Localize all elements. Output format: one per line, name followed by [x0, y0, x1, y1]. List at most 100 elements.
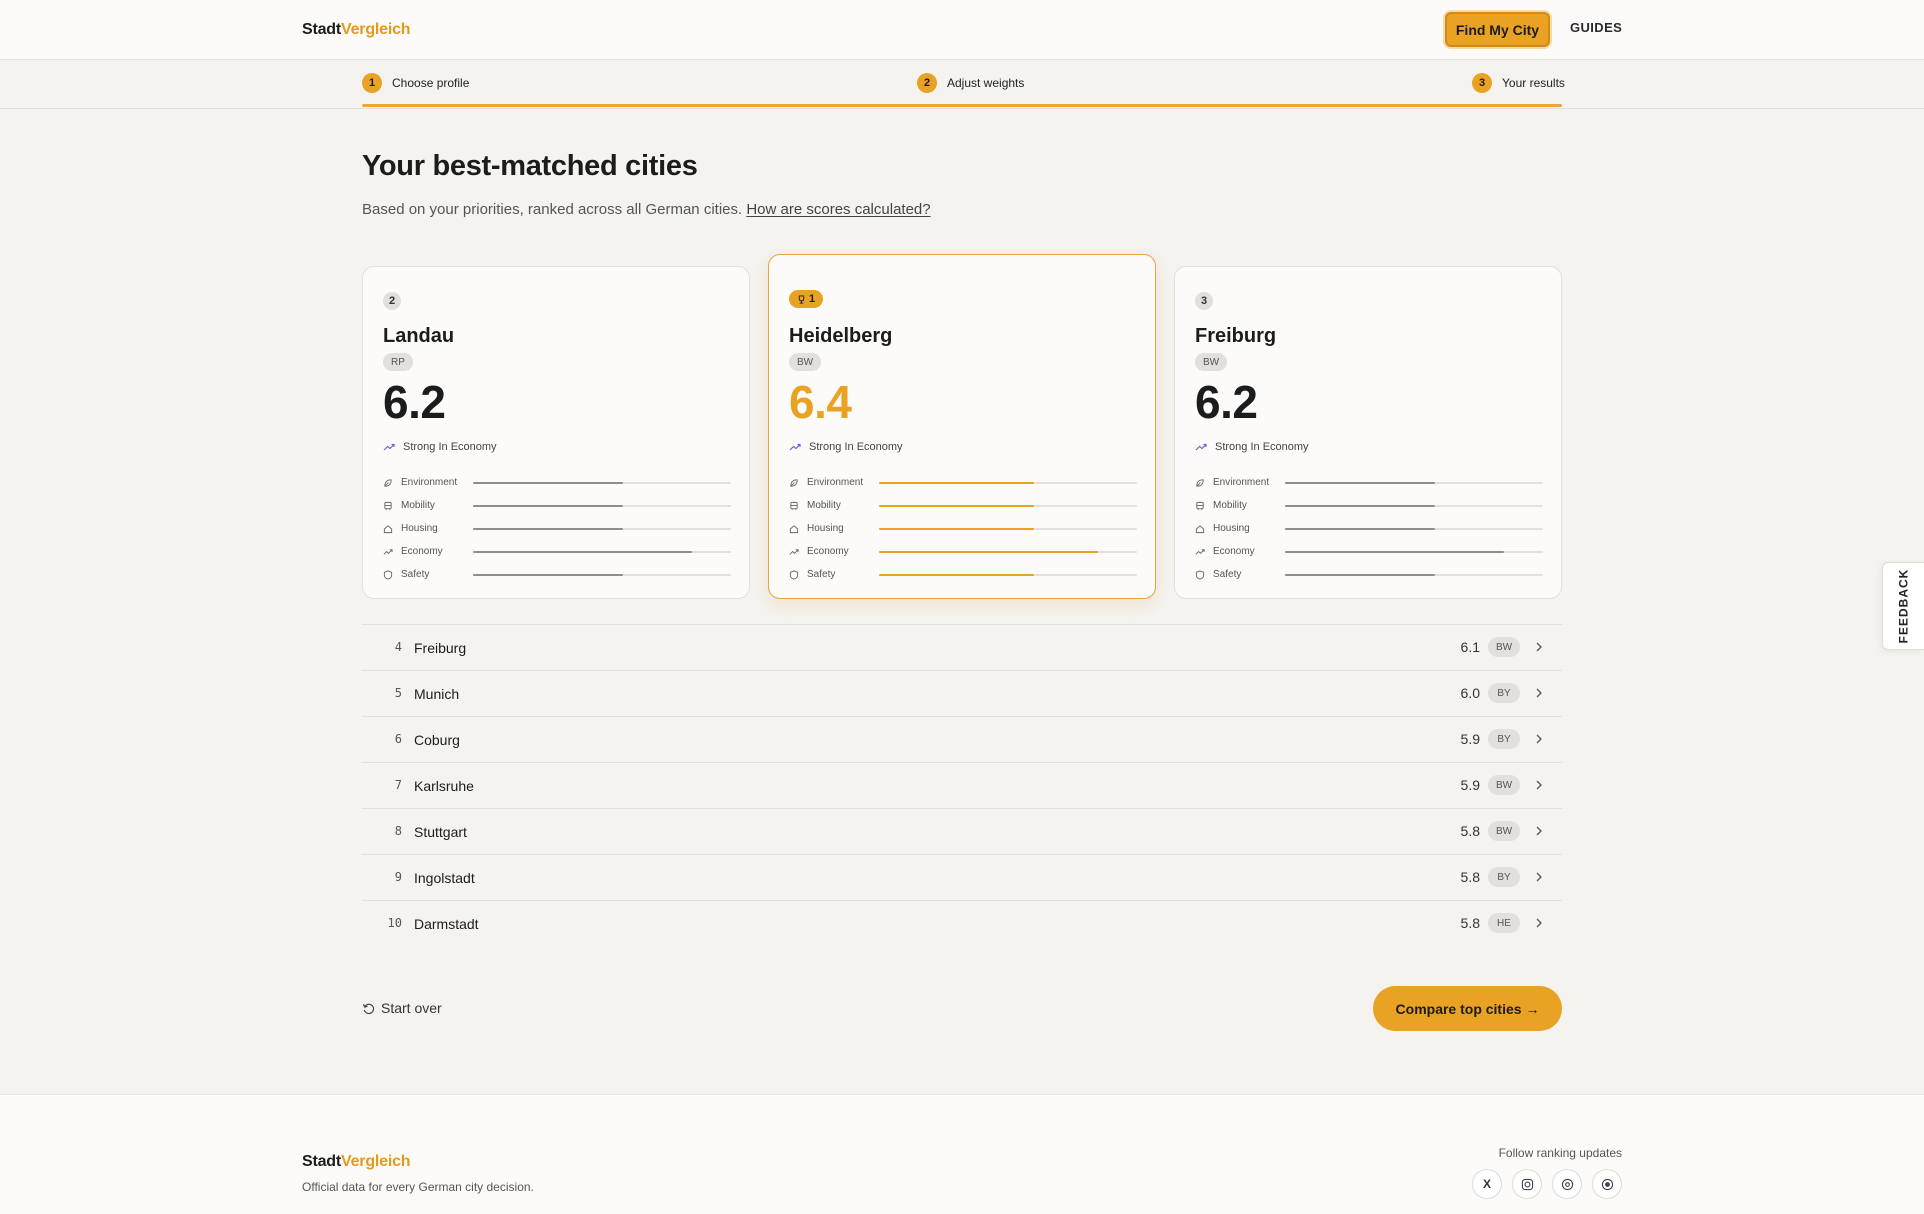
metric-fill [1285, 551, 1505, 553]
instagram-icon[interactable] [1512, 1169, 1542, 1199]
table-row[interactable]: 8 Stuttgart 5.8 BW [362, 808, 1562, 854]
reset-icon [362, 1003, 375, 1014]
metric-track [879, 528, 1137, 530]
row-score: 5.8 [1460, 823, 1480, 839]
metric-fill [879, 505, 1034, 507]
row-rank: 7 [394, 778, 402, 792]
table-row[interactable]: 10 Darmstadt 5.8 HE [362, 900, 1562, 946]
row-score: 6.0 [1460, 685, 1480, 701]
metrics-list: Environment Mobility Housing Economy Saf… [1195, 471, 1543, 586]
row-rank: 9 [394, 870, 402, 884]
strength-note: Strong In Economy [789, 441, 903, 453]
row-state-tag: BW [1488, 821, 1520, 841]
find-my-city-button[interactable]: Find My City [1445, 12, 1550, 47]
metric-track [473, 528, 731, 530]
start-over-button[interactable]: Start over [362, 1000, 442, 1016]
row-score: 5.8 [1460, 869, 1480, 885]
row-city: Coburg [414, 732, 460, 748]
compare-top-cities-button[interactable]: Compare top cities → [1373, 986, 1562, 1031]
trend-icon [1195, 548, 1205, 555]
trophy-icon [798, 294, 805, 304]
row-rank: 5 [394, 686, 402, 700]
metric-fill [473, 551, 693, 553]
threads-icon[interactable] [1552, 1169, 1582, 1199]
metric-fill [879, 482, 1034, 484]
row-rank: 10 [387, 916, 402, 930]
rank-badge: 3 [1195, 292, 1213, 310]
logo[interactable]: StadtVergleich [302, 21, 411, 39]
metric-track [879, 505, 1137, 507]
row-state-tag: BY [1488, 683, 1520, 703]
table-row[interactable]: 9 Ingolstadt 5.8 BY [362, 854, 1562, 900]
row-score: 6.1 [1460, 639, 1480, 655]
city-card-freiburg[interactable]: 3 Freiburg BW 6.2 Strong In Economy Envi… [1174, 266, 1562, 599]
metric-safety: Safety [1195, 563, 1543, 586]
table-row[interactable]: 4 Freiburg 6.1 BW [362, 624, 1562, 670]
metrics-list: Environment Mobility Housing Economy Saf… [789, 471, 1137, 586]
metric-label: Environment [807, 477, 864, 488]
circle-icon[interactable] [1592, 1169, 1622, 1199]
row-city: Stuttgart [414, 824, 467, 840]
metric-track [473, 482, 731, 484]
row-score: 5.8 [1460, 915, 1480, 931]
leaf-icon [790, 478, 798, 487]
table-row[interactable]: 7 Karlsruhe 5.9 BW [362, 762, 1562, 808]
metric-label: Housing [1213, 523, 1250, 534]
city-score: 6.4 [789, 376, 852, 428]
chevron-right-icon [1536, 918, 1542, 928]
rank-badge: 1 [789, 290, 823, 308]
metric-label: Economy [401, 546, 443, 557]
chevron-right-icon [1536, 826, 1542, 836]
trend-icon [383, 548, 393, 555]
step-choose-profile[interactable]: 1 Choose profile [362, 73, 469, 93]
table-row[interactable]: 5 Munich 6.0 BY [362, 670, 1562, 716]
metrics-list: Environment Mobility Housing Economy Saf… [383, 471, 731, 586]
row-score: 5.9 [1460, 731, 1480, 747]
row-rank: 4 [394, 640, 402, 654]
step-progress-bar [362, 104, 1562, 107]
steps-bar: 1 Choose profile 2 Adjust weights 3 Your… [0, 61, 1924, 109]
x-icon[interactable]: X [1472, 1169, 1502, 1199]
step-adjust-weights[interactable]: 2 Adjust weights [917, 73, 1024, 93]
city-name: Freiburg [1195, 325, 1277, 347]
leaf-icon [384, 478, 392, 487]
chevron-right-icon [1536, 734, 1542, 744]
chevron-right-icon [1536, 642, 1542, 652]
footer: StadtVergleich Official data for every G… [0, 1094, 1924, 1214]
row-state-tag: BW [1488, 637, 1520, 657]
metric-fill [473, 482, 623, 484]
row-city: Munich [414, 686, 460, 702]
row-rank: 8 [394, 824, 402, 838]
feedback-tab[interactable]: FEEDBACK [1882, 562, 1924, 650]
metric-fill [1285, 482, 1435, 484]
shield-icon [789, 569, 799, 580]
state-tag: BW [1195, 353, 1228, 371]
table-row[interactable]: 6 Coburg 5.9 BY [362, 716, 1562, 762]
metric-label: Housing [401, 523, 438, 534]
metric-mobility: Mobility [1195, 494, 1543, 517]
metric-label: Mobility [807, 500, 841, 511]
metric-track [879, 574, 1137, 576]
trend-icon [789, 548, 799, 555]
metric-label: Economy [1213, 546, 1255, 557]
shield-icon [383, 569, 393, 580]
metric-label: Safety [1213, 569, 1242, 580]
city-card-landau[interactable]: 2 Landau RP 6.2 Strong In Economy Enviro… [362, 266, 750, 599]
row-city: Freiburg [414, 640, 467, 656]
metric-environment: Environment [383, 471, 731, 494]
step-your-results[interactable]: 3 Your results [1472, 73, 1565, 93]
row-state-tag: HE [1488, 913, 1520, 933]
metric-housing: Housing [383, 517, 731, 540]
scores-info-link[interactable]: How are scores calculated? [746, 201, 930, 218]
metric-economy: Economy [1195, 540, 1543, 563]
metric-track [1285, 505, 1543, 507]
nav-guides-link[interactable]: GUIDES [1570, 20, 1622, 35]
metric-track [879, 482, 1137, 484]
footer-logo[interactable]: StadtVergleich [302, 1153, 411, 1171]
metric-fill [879, 551, 1099, 553]
city-card-heidelberg[interactable]: 1 Heidelberg BW 6.4 Strong In Economy En… [768, 254, 1156, 599]
city-name: Landau [383, 325, 455, 347]
chevron-right-icon [1536, 780, 1542, 790]
chevron-right-icon [1536, 872, 1542, 882]
metric-track [473, 505, 731, 507]
